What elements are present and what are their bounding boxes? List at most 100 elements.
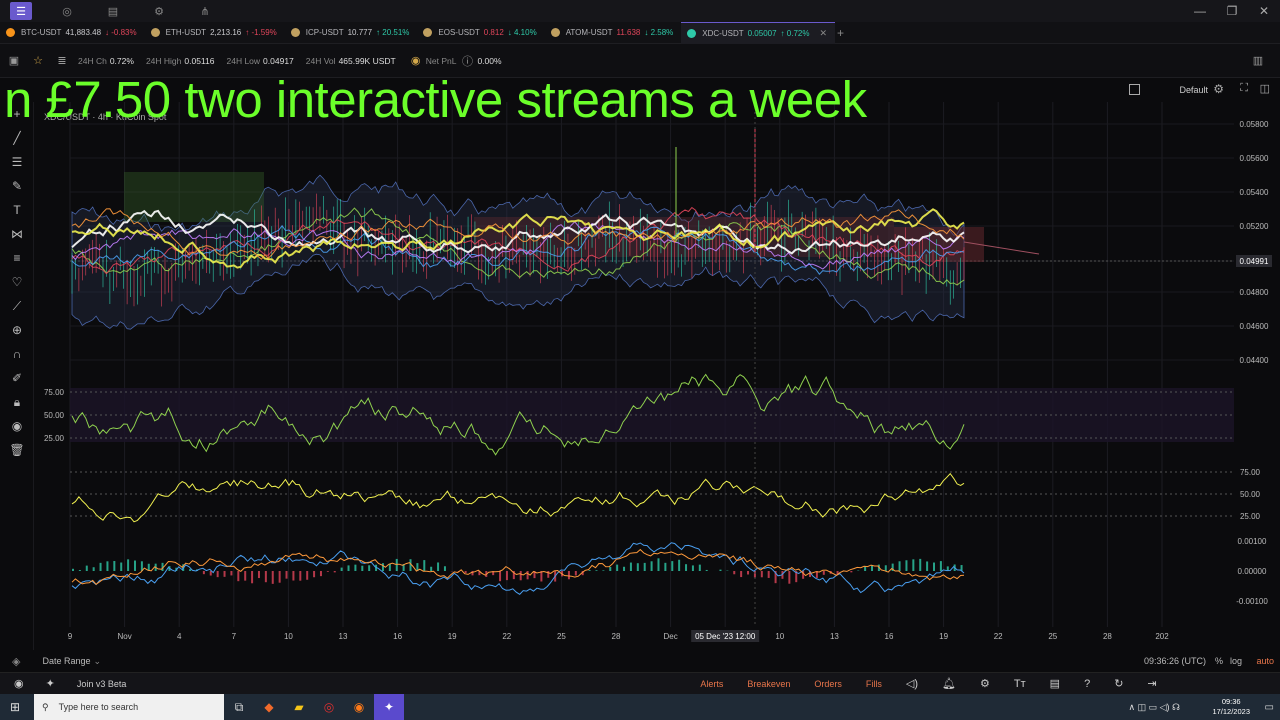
zoom-icon[interactable]: ⊕: [0, 318, 34, 342]
macd-histogram-bar: [313, 571, 316, 578]
join-beta-link[interactable]: Join v3 Beta: [77, 679, 127, 689]
date-range-button[interactable]: Date Range: [42, 656, 90, 666]
restore-button[interactable]: ❐: [1216, 0, 1248, 22]
macd-histogram-bar: [609, 566, 612, 571]
drawing-toolbar: + ╱ ☰ ✎ T ⋈ ≡ ♡ ⟋ ⊕ ∩ ✐ 🔒︎ ◉ 🗑︎: [0, 102, 34, 662]
chrome-icon[interactable]: ◎: [314, 694, 344, 720]
star-icon[interactable]: ☆: [30, 54, 46, 67]
macd-line: [71, 542, 965, 595]
minimize-button[interactable]: —: [1184, 0, 1216, 22]
camera-icon[interactable]: ◫: [1260, 82, 1270, 95]
pencil-lock-icon[interactable]: ✐: [0, 366, 34, 390]
macd-histogram-bar: [616, 564, 619, 571]
trading-app-icon[interactable]: ✦: [374, 694, 404, 720]
macd-signal-line: [71, 548, 965, 585]
x-tick-label: 19: [448, 632, 457, 641]
taskbar-clock[interactable]: 09:36 17/12/2023: [1212, 697, 1250, 717]
ticker-tab-eth[interactable]: ETH-USDT 2,213.16 ↑ -1.59%: [145, 22, 285, 44]
macd-histogram-bar: [636, 563, 639, 571]
macd-histogram-bar: [629, 562, 632, 571]
macd-histogram-bar: [319, 571, 322, 577]
ticker-tab-eos[interactable]: EOS-USDT 0.812 ↓ 4.10%: [417, 22, 544, 44]
list-icon[interactable]: ≣: [54, 54, 70, 67]
taskbar-search[interactable]: ⚲ Type here to search: [34, 694, 224, 720]
eye-icon[interactable]: ◉: [0, 414, 34, 438]
logout-icon[interactable]: ⇥: [1147, 677, 1156, 690]
notification-icon[interactable]: ▭: [1265, 702, 1274, 713]
log-toggle[interactable]: log: [1230, 656, 1242, 666]
macd-histogram-bar: [223, 571, 226, 577]
bell-icon[interactable]: 🔔︎: [942, 677, 956, 690]
notes-icon[interactable]: ▤: [1050, 677, 1060, 690]
brave-icon[interactable]: ◆: [254, 694, 284, 720]
file-explorer-icon[interactable]: ▰: [284, 694, 314, 720]
document-icon[interactable]: ▤: [102, 2, 124, 20]
help-icon[interactable]: ?: [1084, 678, 1090, 690]
brush-icon[interactable]: ✎: [0, 174, 34, 198]
btc-coin-icon: [6, 28, 15, 37]
clock-time: 09:36: [1221, 697, 1241, 706]
chevron-down-icon[interactable]: ⌄: [94, 656, 102, 667]
breakeven-link[interactable]: Breakeven: [747, 679, 790, 689]
menu-icon[interactable]: ☰: [10, 2, 32, 20]
fills-link[interactable]: Fills: [866, 679, 882, 689]
panel-toggle-icon[interactable]: ▥: [1250, 54, 1266, 67]
layout-checkbox[interactable]: [1129, 84, 1140, 95]
ticker-price: 41,883.48: [65, 28, 102, 37]
system-tray-icons[interactable]: ∧ ◫ ▭ ◁) ☊: [1128, 702, 1180, 713]
refresh-icon[interactable]: ↻: [1114, 677, 1123, 690]
text-size-icon[interactable]: Tт: [1014, 678, 1026, 690]
close-tab-icon[interactable]: ✕: [819, 28, 827, 39]
percent-toggle[interactable]: %: [1215, 656, 1223, 666]
settings-icon[interactable]: ⚙: [148, 2, 170, 20]
macd-histogram-bar: [678, 559, 681, 571]
24h-volume-label: 24H Vol: [305, 55, 336, 66]
alerts-link[interactable]: Alerts: [700, 679, 723, 689]
horizontal-lines-icon[interactable]: ☰: [0, 150, 34, 174]
discord-icon[interactable]: ◉: [14, 677, 24, 690]
orders-link[interactable]: Orders: [814, 679, 842, 689]
ticker-tab-atom[interactable]: ATOM-USDT 11.638 ↓ 2.58%: [545, 22, 682, 44]
x-tick-label: 202: [1155, 632, 1169, 641]
text-icon[interactable]: T: [0, 198, 34, 222]
add-tab-icon[interactable]: +: [837, 26, 844, 40]
sound-icon[interactable]: ◁): [906, 677, 918, 690]
macd-histogram-bar: [292, 571, 295, 581]
task-view-icon[interactable]: ⧉: [224, 694, 254, 720]
utc-clock: 09:36:26 (UTC): [1143, 656, 1206, 666]
magnet-icon[interactable]: ∩: [0, 342, 34, 366]
trendline-icon[interactable]: ╱: [0, 126, 34, 150]
lock-icon[interactable]: 🔒︎: [0, 390, 34, 414]
layers-icon[interactable]: ◈: [12, 655, 20, 668]
windows-start-icon[interactable]: ⊞: [0, 694, 30, 720]
macd-histogram-bar: [671, 561, 674, 571]
fullscreen-icon[interactable]: ⛶: [1240, 82, 1248, 95]
eye-icon[interactable]: ◉: [408, 54, 424, 67]
macd-histogram-bar: [767, 571, 770, 578]
ruler-icon[interactable]: ⟋: [0, 294, 34, 318]
fib-icon[interactable]: ≡: [0, 246, 34, 270]
auto-toggle[interactable]: auto: [1256, 656, 1274, 666]
twitter-icon[interactable]: ✦: [46, 677, 55, 690]
chevron-down-icon[interactable]: ⌄: [1187, 84, 1194, 93]
ticker-tab-icp[interactable]: ICP-USDT 10.777 ↑ 20.51%: [285, 22, 418, 44]
ticker-tab-btc[interactable]: BTC-USDT 41,883.48 ↓ -0.83%: [0, 22, 145, 44]
gear-icon[interactable]: ⚙: [980, 677, 990, 690]
sidebar-toggle-icon[interactable]: ▣: [6, 54, 22, 67]
price-chart[interactable]: 0.05800 0.05600 0.05400 0.05200 0.04991 0.048…: [34, 102, 1280, 650]
macd-histogram-bar: [884, 565, 887, 571]
network-icon[interactable]: ⋔: [194, 2, 216, 20]
heart-icon[interactable]: ♡: [0, 270, 34, 294]
settings-icon[interactable]: ⚙: [1213, 82, 1224, 96]
macd-histogram-bar: [595, 570, 598, 571]
pattern-icon[interactable]: ⋈: [0, 222, 34, 246]
macd-histogram-bar: [257, 571, 260, 579]
ticker-tab-xdc[interactable]: XDC-USDT 0.05007 ↑ 0.72% ✕: [681, 21, 835, 44]
x-tick-label: 25: [1048, 632, 1057, 641]
palette-icon[interactable]: ◎: [56, 2, 78, 20]
stoch-line: [71, 472, 965, 523]
close-button[interactable]: ✕: [1248, 0, 1280, 22]
firefox-icon[interactable]: ◉: [344, 694, 374, 720]
trash-icon[interactable]: 🗑︎: [0, 438, 34, 462]
rsi-tick-label: 50.00: [44, 411, 65, 420]
